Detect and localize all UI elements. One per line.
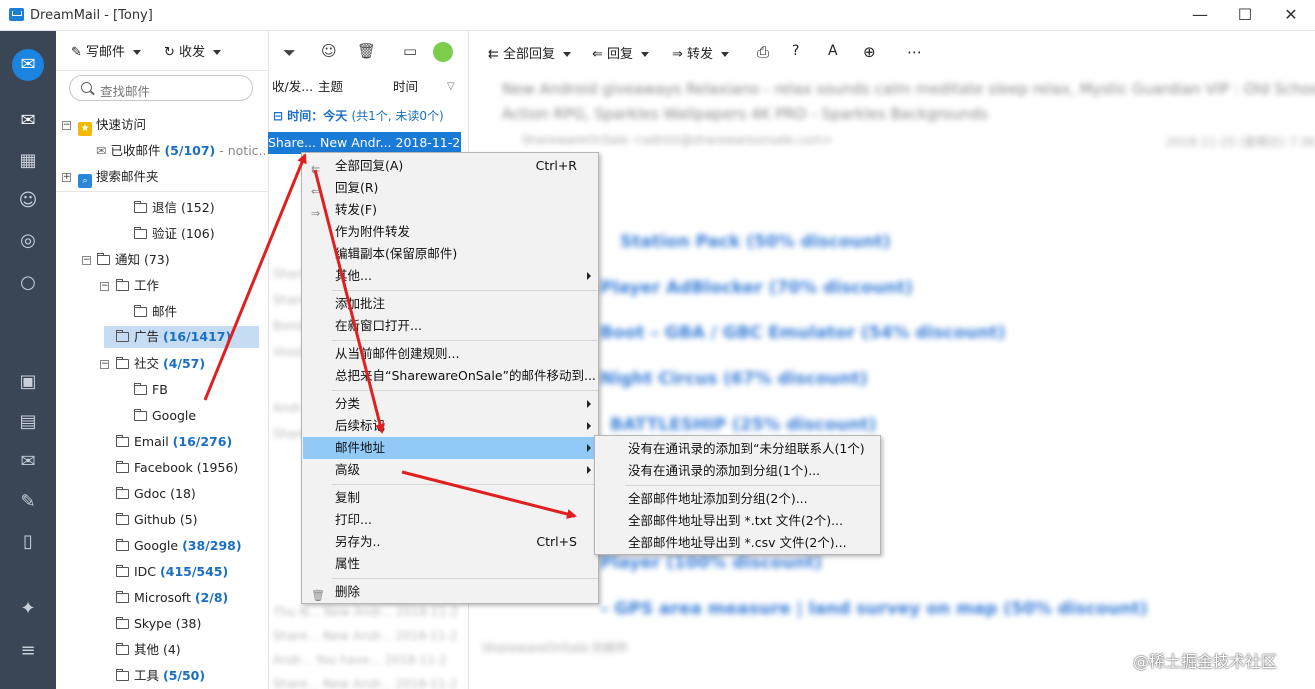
- arrow-ads-to-mail: [203, 153, 307, 401]
- watermark: @稀土掘金技术社区: [1133, 652, 1278, 671]
- annotation-arrows: [203, 153, 577, 519]
- arrow-mail-to-menu: [313, 169, 385, 434]
- arrow-menu-to-submenu: [401, 470, 577, 519]
